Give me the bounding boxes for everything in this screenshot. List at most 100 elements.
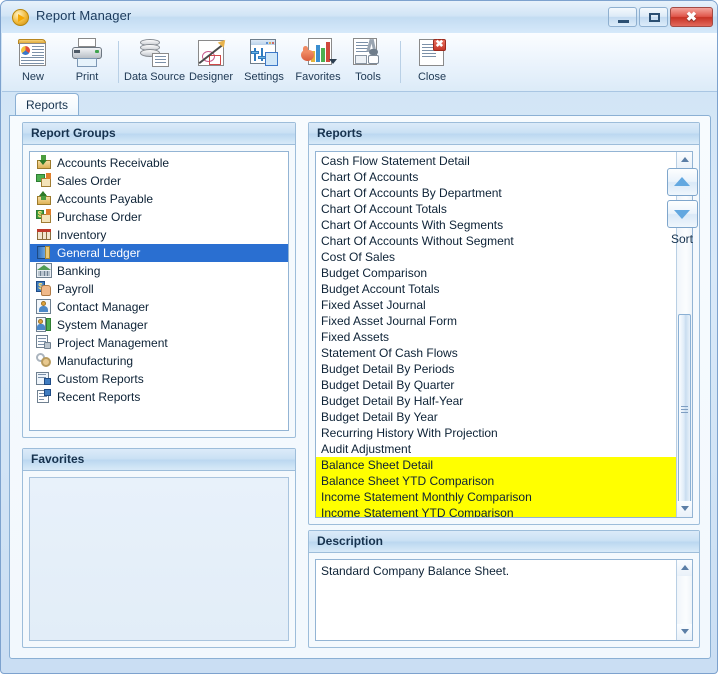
favorites-chart-icon [301,37,335,70]
purchase-order-box-icon: $ [36,209,52,224]
report-list-item[interactable]: Fixed Assets [316,329,692,345]
report-groups-listbox[interactable]: Accounts Receivable Sales Order Accounts… [29,151,289,431]
report-list-item[interactable]: Recurring History With Projection [316,425,692,441]
toolbar-button-favorites[interactable]: Favorites [290,35,346,89]
sort-controls: Sort [660,168,704,246]
scroll-up-arrow-icon [681,565,689,570]
sidebar-item-general-ledger[interactable]: General Ledger [30,244,288,262]
report-list-item[interactable]: Fixed Asset Journal [316,297,692,313]
description-scroll-up-button[interactable] [677,560,692,576]
report-list-item[interactable]: Budget Detail By Quarter [316,377,692,393]
report-groups-panel: Report Groups Accounts Receivable Sales … [22,122,296,438]
sidebar-item-label: Inventory [57,228,107,242]
toolbar-button-data-source[interactable]: Data Source [124,35,185,89]
sidebar-item-recent-reports[interactable]: Recent Reports [30,388,288,406]
sort-ascending-button[interactable] [666,168,698,196]
sidebar-item-label: Banking [57,264,101,278]
reports-listbox[interactable]: Cash Flow Statement Detail Chart Of Accou… [315,151,693,518]
sidebar-item-label: Custom Reports [57,372,144,386]
description-text: Standard Company Balance Sheet. [321,564,510,578]
play-circle-icon [12,9,29,26]
bank-building-icon [36,263,52,278]
close-button[interactable]: ✖ [670,7,713,27]
sidebar-item-inventory[interactable]: Inventory [30,226,288,244]
report-list-item[interactable]: Income Statement Monthly Comparison [316,489,692,505]
sidebar-item-manufacturing[interactable]: Manufacturing [30,352,288,370]
scrollbar-grip-icon [681,406,688,414]
payroll-hand-icon: $ [36,281,52,296]
toolbar-button-designer[interactable]: Designer [184,35,238,89]
inventory-grid-icon [36,227,52,242]
report-list-item[interactable]: Fixed Asset Journal Form [316,313,692,329]
sort-ascending-icon [674,177,690,186]
printer-icon [70,37,104,70]
maximize-button[interactable] [639,7,668,27]
scroll-up-button[interactable] [677,152,692,168]
manufacturing-gear-icon [36,353,52,368]
chevron-down-icon[interactable] [329,59,337,64]
sidebar-item-payroll[interactable]: $ Payroll [30,280,288,298]
reports-panel: Reports Cash Flow Statement Detail Chart … [308,122,700,525]
report-list-item[interactable]: Budget Comparison [316,265,692,281]
window-controls: ✖ [608,7,713,27]
description-scroll-down-button[interactable] [677,624,692,640]
sidebar-item-banking[interactable]: Banking [30,262,288,280]
toolbar-button-close[interactable]: ✖ Close [406,35,458,89]
window-title: Report Manager [36,8,132,23]
report-list-item[interactable]: Cost Of Sales [316,249,692,265]
sidebar-item-project-management[interactable]: Project Management [30,334,288,352]
sidebar-item-purchase-order[interactable]: $ Purchase Order [30,208,288,226]
sidebar-item-sales-order[interactable]: Sales Order [30,172,288,190]
contact-person-icon [36,299,52,314]
close-document-icon: ✖ [415,37,449,70]
report-list-item[interactable]: Budget Detail By Periods [316,361,692,377]
toolbar-button-settings[interactable]: Settings [238,35,290,89]
sidebar-item-label: Payroll [57,282,94,296]
database-icon [137,37,171,70]
report-list-item[interactable]: Audit Adjustment [316,441,692,457]
reports-header: Reports [309,123,699,145]
report-list-item[interactable]: Chart Of Account Totals [316,201,692,217]
sidebar-item-custom-reports[interactable]: Custom Reports [30,370,288,388]
sidebar-item-accounts-payable[interactable]: Accounts Payable [30,190,288,208]
description-scrollbar[interactable] [676,560,692,640]
toolbar-button-new[interactable]: New [6,35,60,89]
sidebar-item-label: Manufacturing [57,354,134,368]
report-list-item[interactable]: Chart Of Accounts [316,169,692,185]
sidebar-item-label: Accounts Receivable [57,156,170,170]
toolbar-label: Favorites [295,71,341,83]
sidebar-item-label: Accounts Payable [57,192,154,206]
scroll-down-arrow-icon [681,506,689,511]
report-list-item[interactable]: Chart Of Accounts Without Segment [316,233,692,249]
toolbar-button-print[interactable]: Print [60,35,114,89]
sidebar-item-contact-manager[interactable]: Contact Manager [30,298,288,316]
favorites-listbox[interactable] [29,477,289,641]
scroll-down-button[interactable] [677,501,692,517]
report-list-item[interactable]: Budget Detail By Year [316,409,692,425]
sidebar-item-accounts-receivable[interactable]: Accounts Receivable [30,154,288,172]
report-list-item[interactable]: Budget Account Totals [316,281,692,297]
report-list-item[interactable]: Cash Flow Statement Detail [316,153,692,169]
report-list-item[interactable]: Balance Sheet Detail [316,457,692,473]
description-textbox[interactable]: Standard Company Balance Sheet. [315,559,693,641]
description-header: Description [309,531,699,553]
sort-descending-icon [674,210,690,219]
toolbar-button-tools[interactable]: Tools [346,35,390,89]
scrollbar-thumb[interactable] [678,314,691,506]
tab-reports[interactable]: Reports [15,93,80,116]
report-list-item[interactable]: Income Statement YTD Comparison [316,505,692,517]
settings-window-icon [247,37,281,70]
general-ledger-book-icon [36,245,52,260]
report-list-item[interactable]: Statement Of Cash Flows [316,345,692,361]
sidebar-item-label: Recent Reports [57,390,141,404]
report-list-item[interactable]: Chart Of Accounts With Segments [316,217,692,233]
toolbar-label: New [21,71,44,83]
favorites-panel: Favorites [22,448,296,648]
report-list-item[interactable]: Chart Of Accounts By Department [316,185,692,201]
sidebar-item-system-manager[interactable]: System Manager [30,316,288,334]
report-list-item[interactable]: Balance Sheet YTD Comparison [316,473,692,489]
report-list-item[interactable]: Budget Detail By Half-Year [316,393,692,409]
recent-reports-icon [36,389,52,404]
minimize-button[interactable] [608,7,637,27]
sort-descending-button[interactable] [666,200,698,228]
